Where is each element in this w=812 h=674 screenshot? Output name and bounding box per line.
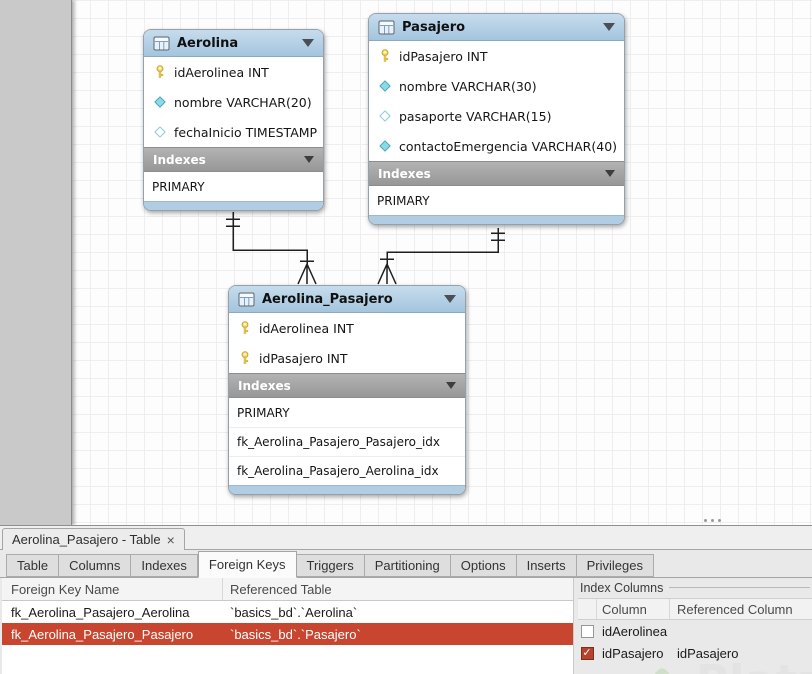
column-row: contactoEmergencia VARCHAR(40) xyxy=(369,131,624,161)
table-icon xyxy=(378,20,395,35)
tab-options[interactable]: Options xyxy=(451,554,517,577)
column-row: idAerolinea INT xyxy=(144,57,323,87)
indexes-section-label: Indexes xyxy=(238,379,291,393)
editor-tab-bar: Aerolina_Pasajero - Table × xyxy=(0,526,812,550)
column-row: idAerolinea INT xyxy=(229,313,465,343)
table-aerolina-pasajero[interactable]: Aerolina_Pasajero idAerolinea INT idPasa… xyxy=(228,285,466,495)
collapse-arrow-icon[interactable] xyxy=(444,295,456,303)
header-referenced-table: Referenced Table xyxy=(223,578,573,600)
collapse-arrow-icon[interactable] xyxy=(603,23,615,31)
index-row: PRIMARY xyxy=(144,172,323,201)
column-row: nombre VARCHAR(20) xyxy=(144,87,323,117)
key-icon xyxy=(238,321,252,335)
diamond-filled-icon xyxy=(378,139,392,153)
column-row: fechaInicio TIMESTAMP xyxy=(144,117,323,147)
table-icon xyxy=(238,292,255,307)
column-text: fechaInicio TIMESTAMP xyxy=(174,125,317,140)
key-icon xyxy=(153,65,167,79)
indexes-section-bar[interactable]: Indexes xyxy=(229,373,465,398)
tab-indexes[interactable]: Indexes xyxy=(131,554,198,577)
table-pasajero-header[interactable]: Pasajero xyxy=(369,14,624,41)
column-text: nombre VARCHAR(20) xyxy=(174,95,312,110)
editor-tab-aerolina-pasajero[interactable]: Aerolina_Pasajero - Table × xyxy=(2,528,185,550)
table-icon xyxy=(153,36,170,51)
indexes-section-bar[interactable]: Indexes xyxy=(369,161,624,186)
foreign-key-row-selected[interactable]: fk_Aerolina_Pasajero_Pasajero `basics_bd… xyxy=(2,623,573,645)
column-row: nombre VARCHAR(30) xyxy=(369,71,624,101)
index-row: fk_Aerolina_Pasajero_Aerolina_idx xyxy=(229,456,465,485)
table-pasajero[interactable]: Pasajero idPasajero INT nombre VARCHAR(3… xyxy=(368,13,625,225)
table-editor-panel: Aerolina_Pasajero - Table × Table Column… xyxy=(0,525,812,674)
index-column-row[interactable]: idAerolinea xyxy=(578,620,812,642)
header-referenced-column: Referenced Column xyxy=(670,599,812,619)
eer-diagram-canvas[interactable]: Aerolina idAerolinea INT nombre VARCHAR(… xyxy=(0,0,812,525)
index-column-row[interactable]: idPasajero idPasajero xyxy=(578,642,812,664)
tab-partitioning[interactable]: Partitioning xyxy=(365,554,451,577)
index-row: PRIMARY xyxy=(369,186,624,215)
table-name: Pasajero xyxy=(402,20,465,35)
editor-tab-label: Aerolina_Pasajero - Table xyxy=(12,532,161,547)
diamond-outline-icon xyxy=(378,109,392,123)
collapse-arrow-icon[interactable] xyxy=(304,156,314,163)
column-text: idPasajero INT xyxy=(399,49,488,64)
indexes-section-label: Indexes xyxy=(378,167,431,181)
table-footer xyxy=(369,215,624,224)
header-foreign-key-name: Foreign Key Name xyxy=(2,578,223,600)
collapse-arrow-icon[interactable] xyxy=(605,170,615,177)
column-text: nombre VARCHAR(30) xyxy=(399,79,537,94)
table-aerolina-header[interactable]: Aerolina xyxy=(144,30,323,57)
column-text: idPasajero INT xyxy=(259,351,348,366)
index-columns-grid-header: Column Referenced Column xyxy=(578,598,812,620)
tab-table[interactable]: Table xyxy=(6,554,59,577)
column-row: idPasajero INT xyxy=(229,343,465,373)
canvas-left-gutter xyxy=(0,0,72,525)
header-column: Column xyxy=(597,599,670,619)
key-icon xyxy=(238,351,252,365)
collapse-arrow-icon[interactable] xyxy=(446,382,456,389)
foreign-key-row[interactable]: fk_Aerolina_Pasajero_Aerolina `basics_bd… xyxy=(2,601,573,623)
table-name: Aerolina xyxy=(177,36,238,51)
tab-foreign-keys[interactable]: Foreign Keys xyxy=(198,551,297,578)
column-row: pasaporte VARCHAR(15) xyxy=(369,101,624,131)
foreign-keys-grid: Foreign Key Name Referenced Table fk_Aer… xyxy=(2,578,574,674)
table-footer xyxy=(144,201,323,210)
index-columns-panel: Index Columns Column Referenced Column i… xyxy=(578,578,812,674)
table-aerolina[interactable]: Aerolina idAerolinea INT nombre VARCHAR(… xyxy=(143,29,324,211)
tab-privileges[interactable]: Privileges xyxy=(577,554,654,577)
column-text: contactoEmergencia VARCHAR(40) xyxy=(399,139,617,154)
table-footer xyxy=(229,485,465,494)
diamond-outline-icon xyxy=(153,125,167,139)
key-icon xyxy=(378,49,392,63)
column-text: idAerolinea INT xyxy=(259,321,354,336)
editor-subtab-bar: Table Columns Indexes Foreign Keys Trigg… xyxy=(0,550,812,578)
collapse-arrow-icon[interactable] xyxy=(302,39,314,47)
tab-triggers[interactable]: Triggers xyxy=(297,554,365,577)
tab-columns[interactable]: Columns xyxy=(59,554,131,577)
index-row: fk_Aerolina_Pasajero_Pasajero_idx xyxy=(229,427,465,456)
column-row: idPasajero INT xyxy=(369,41,624,71)
close-icon[interactable]: × xyxy=(167,533,175,547)
column-text: pasaporte VARCHAR(15) xyxy=(399,109,551,124)
index-row: PRIMARY xyxy=(229,398,465,427)
checkbox-idpasajero[interactable] xyxy=(581,647,594,660)
indexes-section-bar[interactable]: Indexes xyxy=(144,147,323,172)
checkbox-idaerolinea[interactable] xyxy=(581,625,594,638)
foreign-keys-panel: Platzi Foreign Key Name Referenced Table… xyxy=(0,578,812,674)
indexes-section-label: Indexes xyxy=(153,153,206,167)
diamond-filled-icon xyxy=(378,79,392,93)
panel-splitter-handle[interactable] xyxy=(704,519,721,522)
tab-inserts[interactable]: Inserts xyxy=(517,554,577,577)
diamond-filled-icon xyxy=(153,95,167,109)
foreign-keys-grid-header: Foreign Key Name Referenced Table xyxy=(2,578,573,601)
table-aerolina-pasajero-header[interactable]: Aerolina_Pasajero xyxy=(229,286,465,313)
index-columns-title: Index Columns xyxy=(580,580,810,595)
table-name: Aerolina_Pasajero xyxy=(262,292,393,307)
column-text: idAerolinea INT xyxy=(174,65,269,80)
